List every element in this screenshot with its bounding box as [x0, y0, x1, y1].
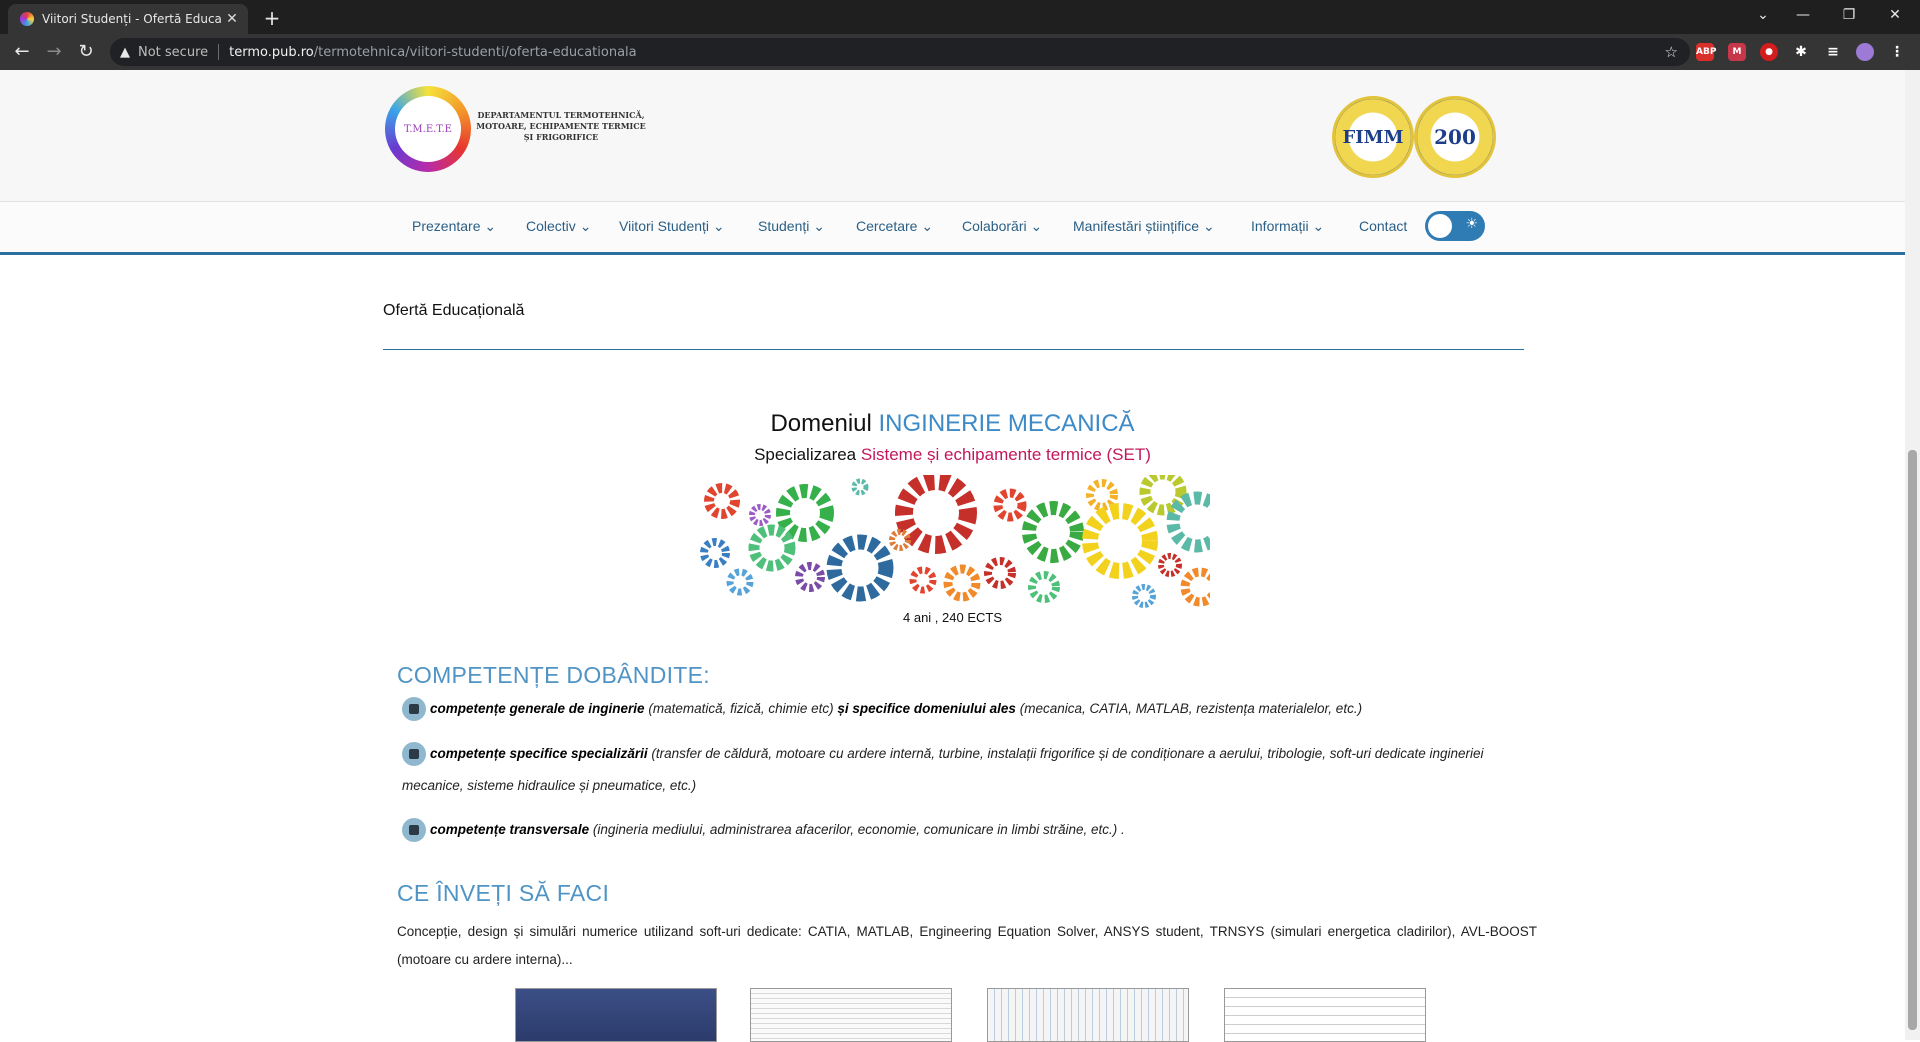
menu-kebab-icon[interactable]: ⋮: [1888, 43, 1906, 61]
mail-extension-icon[interactable]: M: [1728, 43, 1746, 61]
nav-item-contact[interactable]: Contact: [1359, 218, 1407, 234]
department-name: DEPARTAMENTUL TERMOTEHNICĂ, MOTOARE, ECH…: [476, 110, 646, 142]
fimm-seal-text: FIMM: [1342, 126, 1404, 148]
toggle-knob: [1428, 214, 1452, 238]
nav-label: Manifestări științifice: [1073, 218, 1200, 234]
reading-list-icon[interactable]: ≡: [1824, 43, 1842, 61]
forward-icon[interactable]: →: [42, 40, 66, 64]
matlab-screenshot-thumbnail[interactable]: [750, 988, 952, 1042]
competenta-text: (mecanica, CATIA, MATLAB, rezistența mat…: [1015, 701, 1363, 716]
bullet-icon: [402, 742, 426, 767]
warning-icon[interactable]: ▲: [120, 45, 130, 60]
browser-toolbar: ← → ↻ ▲ Not secure termo.pub.ro /termote…: [0, 34, 1920, 70]
tmete-logo[interactable]: T.M.E.T.E: [385, 86, 471, 172]
main-navigation: Prezentare ⌄ Colectiv ⌄ Viitori Studenți…: [0, 202, 1905, 255]
nav-label: Colectiv: [526, 218, 576, 234]
competenta-item: competențe generale de inginerie (matema…: [402, 693, 1540, 725]
domain-heading: Domeniul INGINERIE MECANICĂ: [0, 410, 1905, 438]
competenta-item: competențe transversale (ingineria mediu…: [402, 814, 1540, 846]
competente-heading: COMPETENȚE DOBÂNDITE:: [397, 662, 710, 688]
site-header: T.M.E.T.E DEPARTAMENTUL TERMOTEHNICĂ, MO…: [0, 70, 1905, 202]
nav-item-prezentare[interactable]: Prezentare ⌄: [412, 218, 496, 235]
competenta-bold: competențe transversale: [430, 822, 590, 837]
stop-extension-icon[interactable]: ●: [1760, 43, 1778, 61]
chevron-down-icon: ⌄: [484, 218, 497, 234]
profile-avatar[interactable]: [1856, 43, 1874, 61]
nav-label: Viitori Studenți: [619, 218, 710, 234]
browser-tab-active[interactable]: Viitori Studenți - Ofertă Educațio ✕: [8, 4, 248, 34]
spec-prefix: Specializarea: [754, 445, 861, 464]
colorful-gears-illustration: [700, 475, 1210, 608]
invata-heading: CE ÎNVEȚI SĂ FACI: [397, 880, 610, 906]
page-scrollbar[interactable]: [1905, 70, 1920, 1040]
logo-text: T.M.E.T.E: [395, 96, 461, 162]
chevron-down-icon: ⌄: [1202, 218, 1215, 234]
domain-prefix: Domeniul: [770, 410, 879, 437]
nav-item-viitori-studenti[interactable]: Viitori Studenți ⌄: [619, 218, 725, 235]
site-favicon-icon: [20, 12, 34, 26]
chevron-down-icon: ⌄: [813, 218, 825, 234]
nav-item-colectiv[interactable]: Colectiv ⌄: [526, 218, 591, 235]
url-path: /termotehnica/viitori-studenti/oferta-ed…: [313, 44, 637, 60]
nav-item-studenti[interactable]: Studenți ⌄: [758, 218, 825, 235]
program-duration: 4 ani , 240 ECTS: [903, 610, 1002, 625]
chevron-down-icon: ⌄: [712, 218, 725, 234]
tab-close-icon[interactable]: ✕: [222, 11, 242, 27]
invata-paragraph: Concepție, design și simulări numerice u…: [397, 924, 1537, 967]
theme-toggle[interactable]: ☀: [1425, 211, 1485, 241]
back-icon[interactable]: ←: [10, 40, 34, 64]
nav-label: Prezentare: [412, 218, 481, 234]
tab-title: Viitori Studenți - Ofertă Educațio: [42, 12, 222, 26]
competenta-bold: și specifice domeniului ales: [837, 701, 1016, 716]
nav-item-manifestari[interactable]: Manifestări științifice ⌄: [1073, 218, 1215, 235]
competenta-text: (matematică, fizică, chimie etc): [644, 701, 838, 716]
spec-name: Sisteme și echipamente termice (SET): [860, 445, 1151, 464]
page-viewport: T.M.E.T.E DEPARTAMENTUL TERMOTEHNICĂ, MO…: [0, 70, 1905, 1042]
competenta-text: (ingineria mediului, administrarea aface…: [589, 822, 1125, 837]
competenta-bold: competențe generale de inginerie: [430, 701, 645, 716]
bookmark-star-icon[interactable]: ☆: [1665, 43, 1678, 61]
new-tab-button[interactable]: +: [260, 6, 284, 30]
chevron-down-icon: ⌄: [1312, 218, 1325, 234]
url-host: termo.pub.ro: [229, 44, 314, 60]
nav-label: Cercetare: [856, 218, 918, 234]
browser-tab-strip: Viitori Studenți - Ofertă Educațio ✕ + ⌄…: [0, 0, 1920, 34]
nav-item-cercetare[interactable]: Cercetare ⌄: [856, 218, 933, 235]
nav-label: Colaborări: [962, 218, 1027, 234]
minimize-icon[interactable]: —: [1780, 4, 1826, 26]
page-title: Ofertă Educațională: [383, 302, 525, 319]
scrollbar-thumb[interactable]: [1908, 450, 1917, 1030]
politehnica-200-seal-logo[interactable]: 200: [1414, 96, 1496, 178]
address-bar[interactable]: ▲ Not secure termo.pub.ro /termotehnica/…: [110, 38, 1690, 66]
chevron-down-icon: ⌄: [921, 218, 934, 234]
nav-item-informatii[interactable]: Informații ⌄: [1251, 218, 1324, 235]
specialization-heading: Specializarea Sisteme și echipamente ter…: [0, 445, 1905, 465]
chevron-down-icon: ⌄: [579, 218, 592, 234]
trnsys-screenshot-thumbnail[interactable]: [1224, 988, 1426, 1042]
window-close-icon[interactable]: ✕: [1872, 4, 1918, 26]
not-secure-label[interactable]: Not secure: [138, 45, 208, 60]
bullet-icon: [402, 818, 426, 843]
catia-screenshot-thumbnail[interactable]: [515, 988, 717, 1042]
title-divider: [383, 349, 1524, 350]
extensions-puzzle-icon[interactable]: ✱: [1792, 43, 1810, 61]
nav-label: Studenți: [758, 218, 810, 234]
nav-item-colaborari[interactable]: Colaborări ⌄: [962, 218, 1042, 235]
sun-icon: ☀: [1465, 216, 1478, 232]
adblock-extension-icon[interactable]: ABP: [1696, 43, 1716, 61]
bullet-icon: [402, 697, 426, 722]
nav-label: Informații: [1251, 218, 1309, 234]
reload-icon[interactable]: ↻: [74, 40, 98, 64]
domain-name: INGINERIE MECANICĂ: [878, 410, 1135, 437]
ees-screenshot-thumbnail[interactable]: [987, 988, 1189, 1042]
chevron-down-icon: ⌄: [1030, 218, 1043, 234]
politehnica-seal-text: 200: [1434, 125, 1476, 149]
competenta-item: competențe specifice specializării (tran…: [402, 738, 1540, 802]
fimm-seal-logo[interactable]: FIMM: [1332, 96, 1414, 178]
competenta-bold: competențe specifice specializării: [430, 746, 648, 761]
omnibox-divider: [218, 44, 220, 60]
restore-icon[interactable]: ❐: [1826, 4, 1872, 26]
